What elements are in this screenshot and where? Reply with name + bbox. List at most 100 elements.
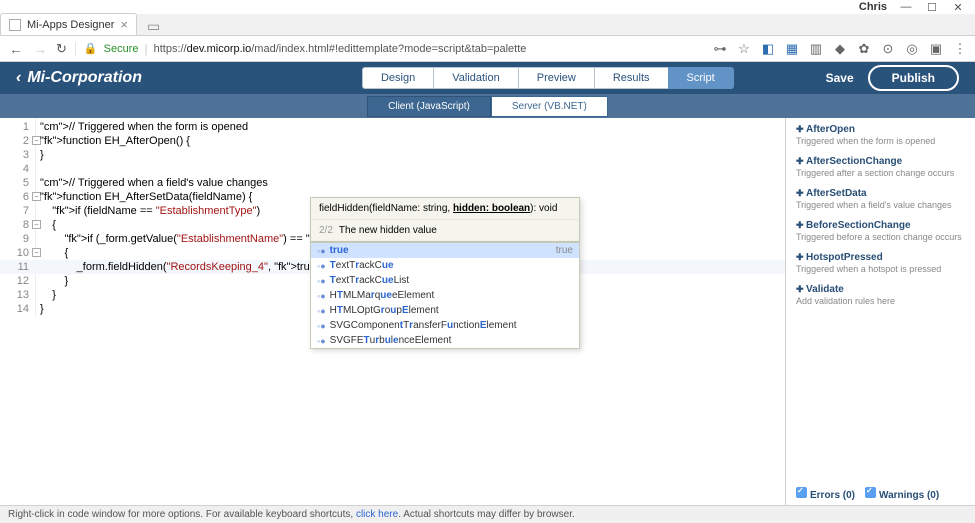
window-close-button[interactable]: ✕ xyxy=(951,1,965,14)
bullet-icon: ◦● xyxy=(317,246,326,256)
tab-preview[interactable]: Preview xyxy=(518,67,594,89)
tab-client-js[interactable]: Client (JavaScript) xyxy=(367,96,491,117)
palette-item[interactable]: AfterSectionChangeTriggered after a sect… xyxy=(796,156,965,178)
bullet-icon: ◦● xyxy=(317,276,326,286)
autocomplete-popup[interactable]: ◦●truetrue◦●TextTrackCue◦●TextTrackCueLi… xyxy=(310,242,580,349)
tab-validation[interactable]: Validation xyxy=(433,67,518,89)
code-line[interactable]: "fk">if (_form.getValue("EstablishmentNa… xyxy=(40,232,323,246)
signature-active-param: hidden: boolean xyxy=(453,203,530,214)
signature-help-popup: fieldHidden(fieldName: string, hidden: b… xyxy=(310,197,580,242)
palette-item-title: AfterSetData xyxy=(796,188,965,199)
browser-tab-title: Mi-Apps Designer xyxy=(27,19,114,31)
extension-icon[interactable]: ▥ xyxy=(809,41,823,57)
tab-script[interactable]: Script xyxy=(668,67,734,89)
code-line[interactable] xyxy=(40,162,323,176)
star-icon[interactable]: ☆ xyxy=(737,41,751,57)
line-number: 12 xyxy=(0,274,35,288)
cast-icon[interactable]: ▣ xyxy=(929,41,943,57)
signature-description: The new hidden value xyxy=(339,225,437,236)
autocomplete-item[interactable]: ◦●SVGComponentTransferFunctionElement xyxy=(311,318,579,333)
line-number: 2− xyxy=(0,134,35,148)
checkbox-icon xyxy=(865,487,876,498)
window-maximize-button[interactable]: ☐ xyxy=(925,1,939,14)
extension-icon[interactable]: ◧ xyxy=(761,41,775,57)
browser-extension-icons: ⊶ ☆ ◧ ▦ ▥ ◆ ✿ ⊙ ◎ ▣ ⋮ xyxy=(713,41,967,57)
code-line[interactable]: } xyxy=(40,288,323,302)
extension-icon[interactable]: ✿ xyxy=(857,41,871,57)
palette-item[interactable]: BeforeSectionChangeTriggered before a se… xyxy=(796,220,965,242)
signature-text: fieldHidden(fieldName: string, xyxy=(319,203,453,214)
secure-label: Secure xyxy=(104,43,139,55)
forward-button[interactable]: → xyxy=(32,41,48,57)
code-body[interactable]: "cm">// Triggered when the form is opene… xyxy=(40,120,323,316)
signature-counter: 2/2 xyxy=(319,225,333,236)
browser-tabstrip: Mi-Apps Designer × ▭ xyxy=(0,14,975,36)
save-button[interactable]: Save xyxy=(826,71,854,85)
new-tab-button[interactable]: ▭ xyxy=(141,18,166,35)
window-minimize-button[interactable]: — xyxy=(899,1,913,13)
checkbox-icon xyxy=(796,487,807,498)
code-line[interactable]: "cm">// Triggered when a field's value c… xyxy=(40,176,323,190)
tab-results[interactable]: Results xyxy=(594,67,668,89)
favicon-icon xyxy=(9,19,21,31)
event-palette: AfterOpenTriggered when the form is open… xyxy=(785,118,975,505)
line-number: 5 xyxy=(0,176,35,190)
key-icon[interactable]: ⊶ xyxy=(713,41,727,57)
palette-item-title: AfterOpen xyxy=(796,124,965,135)
back-button[interactable]: ← xyxy=(8,41,24,57)
code-line[interactable]: } xyxy=(40,302,323,316)
autocomplete-item[interactable]: ◦●SVGFETurbulenceElement xyxy=(311,333,579,348)
autocomplete-item[interactable]: ◦●HTMLMarqueeElement xyxy=(311,288,579,303)
bullet-icon: ◦● xyxy=(317,321,326,331)
tab-design[interactable]: Design xyxy=(362,67,433,89)
palette-item-title: BeforeSectionChange xyxy=(796,220,965,231)
palette-item[interactable]: HotspotPressedTriggered when a hotspot i… xyxy=(796,252,965,274)
extension-icon[interactable]: ◎ xyxy=(905,41,919,57)
main-area: 12−3456−78−910−11121314 "cm">// Triggere… xyxy=(0,118,975,505)
warnings-toggle[interactable]: Warnings (0) xyxy=(865,487,939,501)
palette-item[interactable]: ValidateAdd validation rules here xyxy=(796,284,965,306)
shortcuts-link[interactable]: click here xyxy=(356,509,398,520)
brand[interactable]: ‹ Mi-Corporation xyxy=(16,69,142,87)
errors-toggle[interactable]: Errors (0) xyxy=(796,487,855,501)
code-line[interactable]: _form.fieldHidden("RecordsKeeping_4", "f… xyxy=(40,260,323,274)
brand-back-icon[interactable]: ‹ xyxy=(16,69,21,87)
code-line[interactable]: "cm">// Triggered when the form is opene… xyxy=(40,120,323,134)
line-number: 11 xyxy=(0,260,35,274)
tab-server-vbnet[interactable]: Server (VB.NET) xyxy=(491,96,608,117)
line-number: 3 xyxy=(0,148,35,162)
code-editor[interactable]: 12−3456−78−910−11121314 "cm">// Triggere… xyxy=(0,118,785,505)
signature-text: ): void xyxy=(530,203,557,214)
autocomplete-item[interactable]: ◦●TextTrackCue xyxy=(311,258,579,273)
close-tab-icon[interactable]: × xyxy=(120,17,128,32)
extension-icon[interactable]: ▦ xyxy=(785,41,799,57)
autocomplete-item[interactable]: ◦●HTMLOptGroupElement xyxy=(311,303,579,318)
publish-button[interactable]: Publish xyxy=(868,65,959,91)
reload-button[interactable]: ↻ xyxy=(56,41,67,57)
palette-item-title: AfterSectionChange xyxy=(796,156,965,167)
url-text: https://dev.micorp.io/mad/index.html#!ed… xyxy=(154,43,527,55)
code-line[interactable]: "fk">function EH_AfterSetData(fieldName)… xyxy=(40,190,323,204)
autocomplete-item[interactable]: ◦●truetrue xyxy=(311,243,579,258)
extension-icon[interactable]: ◆ xyxy=(833,41,847,57)
code-line[interactable]: "fk">if (fieldName == "EstablishmentType… xyxy=(40,204,323,218)
browser-toolbar: ← → ↻ 🔒 Secure | https://dev.micorp.io/m… xyxy=(0,36,975,62)
palette-item-desc: Triggered before a section change occurs xyxy=(796,232,965,242)
code-line[interactable]: "fk">function EH_AfterOpen() { xyxy=(40,134,323,148)
os-user: Chris xyxy=(859,1,887,13)
code-line[interactable]: } xyxy=(40,274,323,288)
address-bar[interactable]: 🔒 Secure | https://dev.micorp.io/mad/ind… xyxy=(75,42,705,56)
palette-item-desc: Triggered when the form is opened xyxy=(796,136,965,146)
code-line[interactable]: } xyxy=(40,148,323,162)
extension-icon[interactable]: ⊙ xyxy=(881,41,895,57)
browser-tab[interactable]: Mi-Apps Designer × xyxy=(0,13,137,35)
palette-item[interactable]: AfterOpenTriggered when the form is open… xyxy=(796,124,965,146)
menu-icon[interactable]: ⋮ xyxy=(953,41,967,57)
code-line[interactable]: { xyxy=(40,218,323,232)
code-line[interactable]: { xyxy=(40,246,323,260)
bullet-icon: ◦● xyxy=(317,291,326,301)
footer-hint: Right-click in code window for more opti… xyxy=(0,505,975,523)
autocomplete-item[interactable]: ◦●TextTrackCueList xyxy=(311,273,579,288)
line-number: 10− xyxy=(0,246,35,260)
palette-item[interactable]: AfterSetDataTriggered when a field's val… xyxy=(796,188,965,210)
